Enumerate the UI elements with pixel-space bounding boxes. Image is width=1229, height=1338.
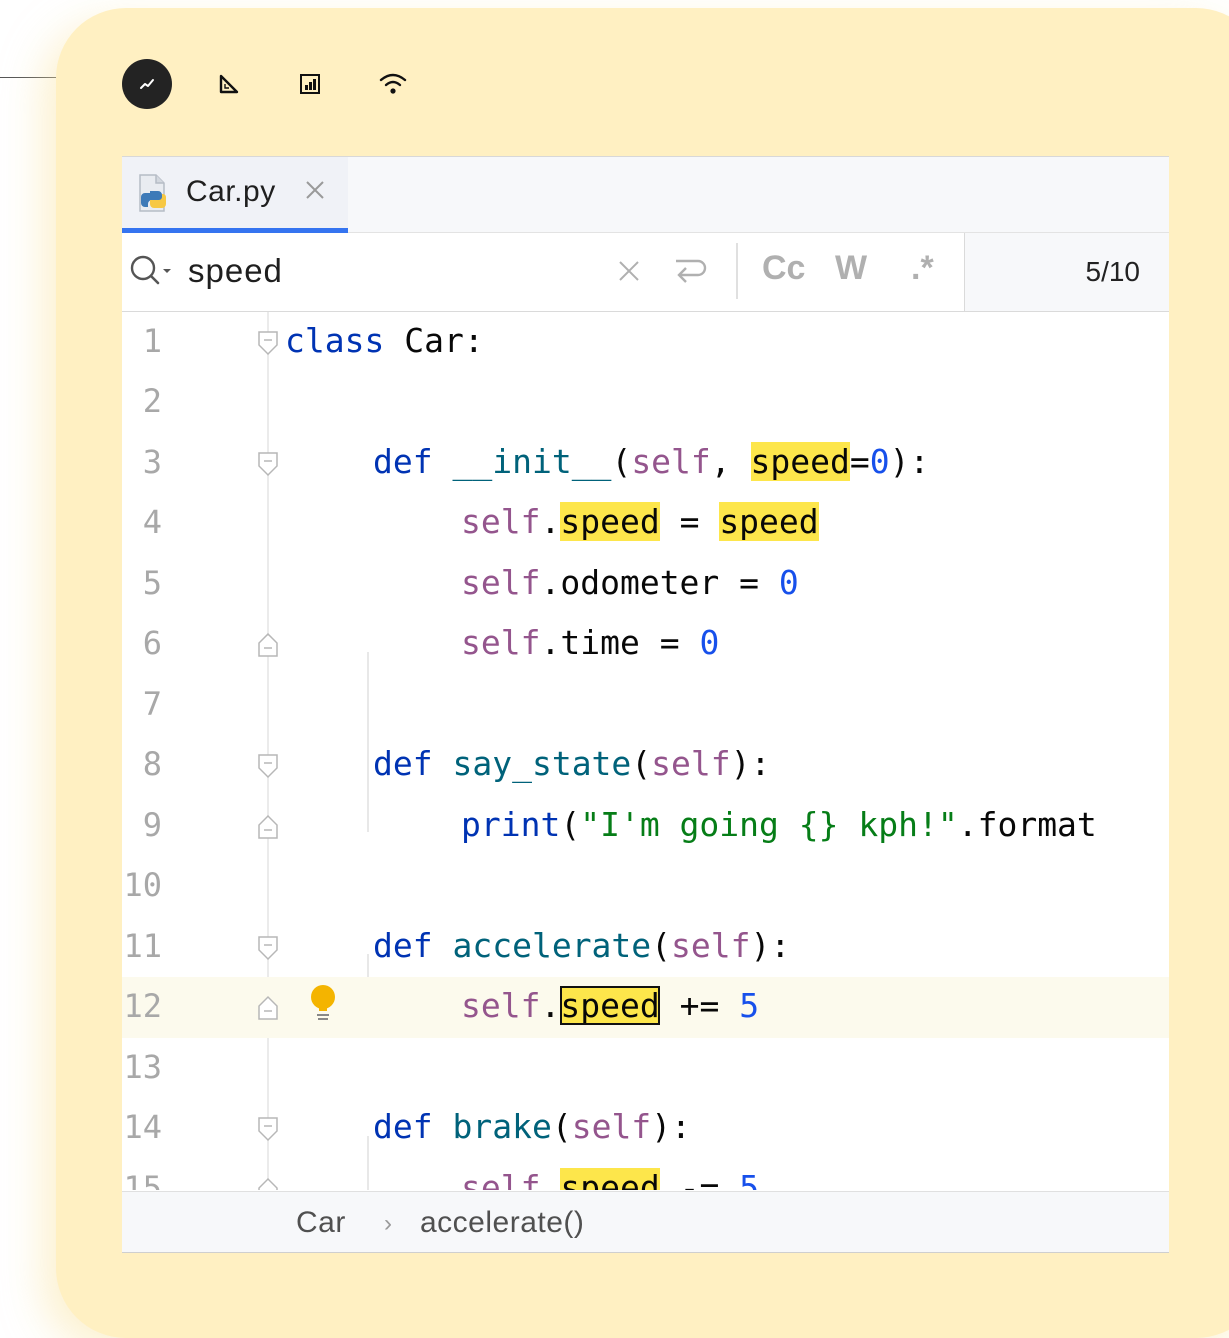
fold-end-icon[interactable] xyxy=(256,813,280,841)
code-text: self.speed = speed xyxy=(461,502,819,541)
code-line[interactable]: 2 xyxy=(122,372,1169,433)
fold-icon[interactable] xyxy=(256,752,280,780)
chart-line-icon[interactable] xyxy=(122,59,172,109)
code-line[interactable]: 11 def accelerate(self): xyxy=(122,917,1169,978)
code-line[interactable]: 5 self.odometer = 0 xyxy=(122,554,1169,615)
code-text: self.speed += 5 xyxy=(461,986,760,1025)
code-editor: Car.py speed Cc W .* 5/10 1 class Car: 2… xyxy=(122,156,1169,1253)
find-bar: speed Cc W .* 5/10 xyxy=(122,233,1169,312)
line-number: 2 xyxy=(142,382,162,420)
ruler-triangle-icon[interactable] xyxy=(204,59,254,109)
fold-icon[interactable] xyxy=(256,1115,280,1143)
line-number: 7 xyxy=(142,685,162,723)
breadcrumb-item-method[interactable]: accelerate() xyxy=(420,1206,584,1240)
regex-button[interactable]: .* xyxy=(911,249,934,288)
words-button[interactable]: W xyxy=(835,249,867,288)
code-line[interactable]: 10 xyxy=(122,856,1169,917)
code-line[interactable]: 15 self.speed -= 5 xyxy=(122,1159,1169,1190)
line-number: 9 xyxy=(142,806,162,844)
fold-end-icon[interactable] xyxy=(256,1176,280,1190)
line-number: 1 xyxy=(142,322,162,360)
code-line[interactable]: 4 self.speed = speed xyxy=(122,493,1169,554)
tab-bar: Car.py xyxy=(122,157,1169,233)
line-number: 5 xyxy=(142,564,162,602)
code-line[interactable]: 8 def say_state(self): xyxy=(122,735,1169,796)
editor-bottom-border xyxy=(122,1252,1169,1253)
search-icon[interactable] xyxy=(128,253,176,294)
code-text: def brake(self): xyxy=(373,1107,691,1146)
line-number: 10 xyxy=(123,866,162,904)
fold-icon[interactable] xyxy=(256,329,280,357)
search-input[interactable]: speed xyxy=(188,252,283,290)
match-case-button[interactable]: Cc xyxy=(762,249,805,288)
code-text: def __init__(self, speed=0): xyxy=(373,442,930,481)
code-text: self.odometer = 0 xyxy=(461,563,799,602)
fold-icon[interactable] xyxy=(256,934,280,962)
code-text: self.time = 0 xyxy=(461,623,720,662)
python-file-icon xyxy=(136,173,174,220)
newline-icon[interactable] xyxy=(670,253,710,294)
wifi-icon[interactable] xyxy=(368,59,418,109)
lightbulb-icon[interactable] xyxy=(307,983,339,1028)
line-number: 13 xyxy=(123,1048,162,1086)
fold-icon[interactable] xyxy=(256,450,280,478)
line-number: 15 xyxy=(123,1169,162,1190)
code-line[interactable]: 6 self.time = 0 xyxy=(122,614,1169,675)
code-line[interactable]: 13 xyxy=(122,1038,1169,1099)
line-number: 12 xyxy=(123,987,162,1025)
code-line[interactable]: 1 class Car: xyxy=(122,312,1169,373)
tab-label: Car.py xyxy=(186,175,276,208)
line-number: 3 xyxy=(142,443,162,481)
code-area[interactable]: 1 class Car: 2 3 def __init__(self, spee… xyxy=(122,312,1169,1190)
code-text: def say_state(self): xyxy=(373,744,771,783)
match-count: 5/10 xyxy=(1085,256,1141,287)
code-text: def accelerate(self): xyxy=(373,926,791,965)
close-icon[interactable] xyxy=(302,177,328,208)
code-text: print("I'm going {} kph!".format xyxy=(461,805,1097,844)
line-number: 6 xyxy=(142,624,162,662)
code-line[interactable]: 3 def __init__(self, speed=0): xyxy=(122,433,1169,494)
code-line[interactable]: 9 print("I'm going {} kph!".format xyxy=(122,796,1169,857)
code-line-current[interactable]: 12 self.speed += 5 xyxy=(122,977,1169,1038)
line-number: 8 xyxy=(142,745,162,783)
match-count-box: 5/10 xyxy=(964,233,1169,311)
clear-icon[interactable] xyxy=(615,257,643,290)
line-number: 11 xyxy=(123,927,162,965)
code-text: self.speed -= 5 xyxy=(461,1168,759,1190)
fold-end-icon[interactable] xyxy=(256,994,280,1022)
tab-car-py[interactable]: Car.py xyxy=(122,157,348,233)
breadcrumb-separator: › xyxy=(384,1210,393,1237)
line-number: 14 xyxy=(123,1108,162,1146)
code-text: class Car: xyxy=(285,321,484,360)
divider-line xyxy=(0,77,58,78)
code-line[interactable]: 7 xyxy=(122,675,1169,736)
fold-end-icon[interactable] xyxy=(256,631,280,659)
breadcrumb: Car › accelerate() xyxy=(122,1191,1169,1253)
search-divider xyxy=(736,243,738,299)
breadcrumb-item-class[interactable]: Car xyxy=(296,1206,346,1240)
code-line[interactable]: 14 def brake(self): xyxy=(122,1098,1169,1159)
bar-chart-icon[interactable] xyxy=(285,59,335,109)
line-number: 4 xyxy=(142,503,162,541)
